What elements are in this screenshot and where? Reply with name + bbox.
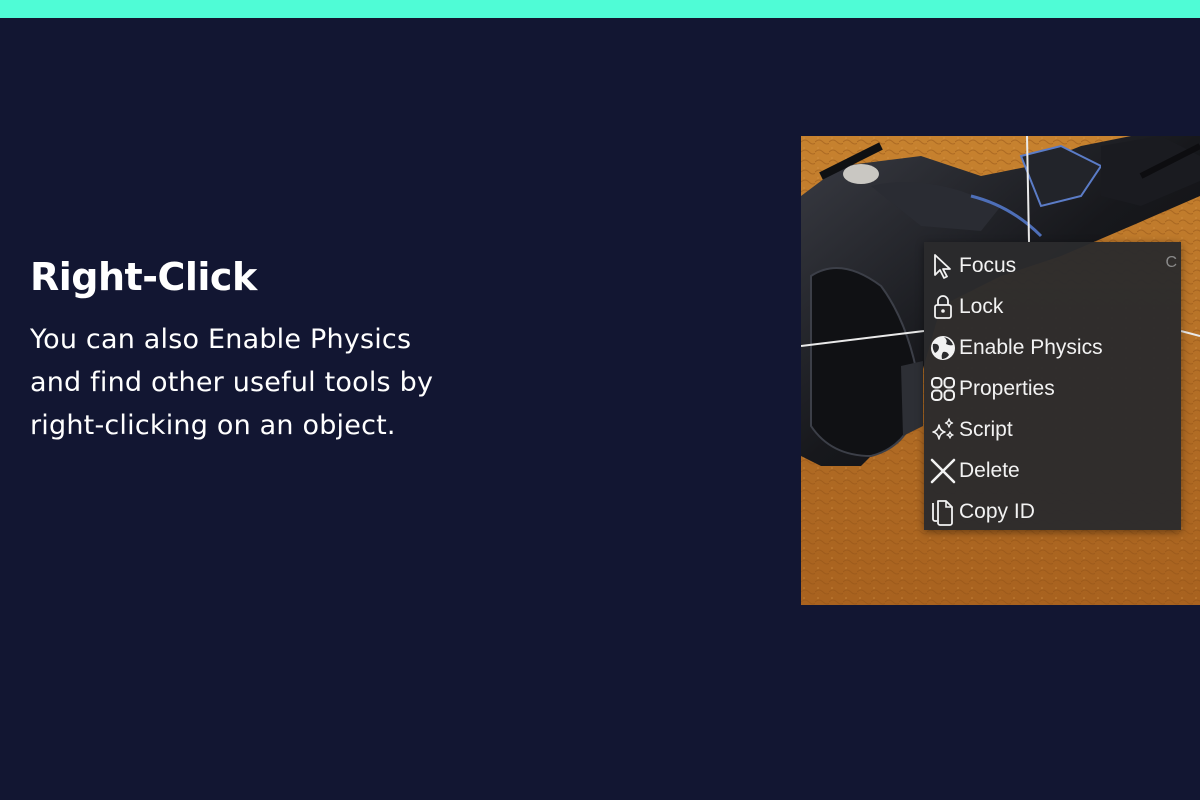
menu-item-label: Script <box>959 417 1013 441</box>
copy-icon <box>928 497 958 527</box>
context-menu: Focus C Lock Enable Physics Properties S… <box>924 242 1181 530</box>
description-line: You can also Enable Physics <box>30 324 412 355</box>
menu-item-lock[interactable]: Lock <box>924 286 1181 327</box>
sparkles-icon <box>928 415 958 445</box>
slide: Right-Click You can also Enable Physics … <box>0 0 1200 800</box>
editor-viewport-screenshot: Focus C Lock Enable Physics Properties S… <box>801 136 1200 605</box>
slide-heading: Right-Click <box>30 255 257 299</box>
menu-item-script[interactable]: Script <box>924 409 1181 450</box>
slide-description: You can also Enable Physics and find oth… <box>30 318 550 447</box>
menu-item-copy-id[interactable]: Copy ID <box>924 491 1181 532</box>
menu-item-label: Copy ID <box>959 499 1035 523</box>
menu-item-focus[interactable]: Focus C <box>924 245 1181 286</box>
close-icon <box>928 456 958 486</box>
menu-item-label: Focus <box>959 253 1017 277</box>
accent-bar <box>0 0 1200 18</box>
menu-item-label: Lock <box>959 294 1004 318</box>
description-line: and find other useful tools by <box>30 367 434 398</box>
menu-item-label: Delete <box>959 458 1020 482</box>
menu-item-label: Properties <box>959 376 1055 400</box>
description-line: right-clicking on an object. <box>30 410 396 441</box>
menu-item-properties[interactable]: Properties <box>924 368 1181 409</box>
globe-icon <box>928 333 958 363</box>
menu-item-label: Enable Physics <box>959 335 1103 359</box>
cursor-icon <box>928 251 958 281</box>
menu-item-shortcut: C <box>1165 254 1177 271</box>
menu-item-delete[interactable]: Delete <box>924 450 1181 491</box>
menu-item-enable-physics[interactable]: Enable Physics <box>924 327 1181 368</box>
grid-icon <box>928 374 958 404</box>
lock-icon <box>928 292 958 322</box>
